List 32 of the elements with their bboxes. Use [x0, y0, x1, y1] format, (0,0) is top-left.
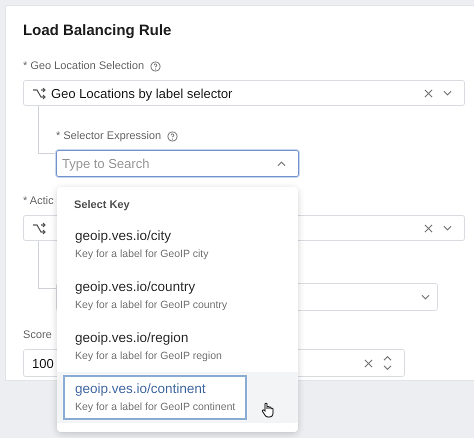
field-label: Score [23, 329, 52, 341]
section-title: Load Balancing Rule [23, 22, 172, 39]
search-field[interactable]: Type to Search [56, 150, 299, 177]
menu-option[interactable]: geoip.ves.io/country Key for a label for GeoIP country [57, 270, 298, 321]
tree-connector [38, 106, 56, 154]
help-icon [150, 60, 162, 72]
help-icon [167, 130, 178, 142]
field-label: * Actic [23, 195, 54, 207]
option-description: Key for a label for GeoIP country [75, 299, 228, 311]
clear-icon [424, 224, 433, 232]
stepper-icon [383, 355, 392, 371]
option-title: geoip.ves.io/region [75, 330, 190, 345]
option-description: Key for a label for GeoIP city [75, 248, 208, 260]
clear-icon [364, 358, 373, 368]
option-description: Key for a label for GeoIP continent [75, 401, 236, 413]
field-label: * Geo Location Selection [23, 60, 144, 72]
chevron-down-icon [443, 90, 452, 96]
option-title: geoip.ves.io/continent [75, 381, 207, 396]
branch-icon [32, 222, 46, 234]
option-description: Key for a label for GeoIP region [75, 350, 222, 362]
select-field[interactable]: Geo Locations by label selector [23, 80, 465, 106]
menu-option[interactable]: geoip.ves.io/region Key for a label for GeoIP region [57, 321, 298, 372]
menu-option[interactable]: geoip.ves.io/continent Key for a label for GeoIP continent [57, 372, 298, 423]
option-title: geoip.ves.io/city [75, 228, 172, 243]
option-title: geoip.ves.io/country [75, 279, 196, 294]
hand-cursor-icon [261, 402, 276, 418]
branch-icon [32, 86, 46, 100]
field-label: * Selector Expression [56, 130, 162, 142]
clear-icon [424, 88, 433, 98]
menu-option[interactable]: geoip.ves.io/city Key for a label for GeoIP city [57, 219, 298, 270]
chevron-down-icon [443, 225, 452, 231]
menu-header: Select Key [73, 198, 130, 213]
